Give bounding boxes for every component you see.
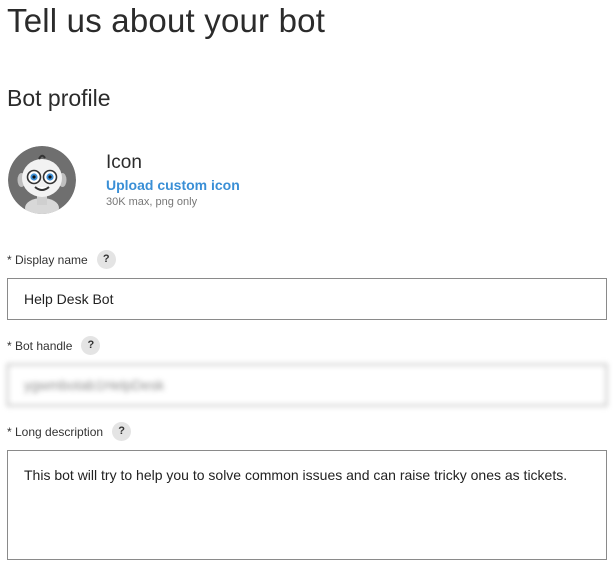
long-description-label: * Long description <box>7 424 104 439</box>
display-name-help-icon[interactable]: ? <box>96 250 116 269</box>
icon-label: Icon <box>106 152 142 173</box>
bot-handle-label-row: * Bot handle ? <box>7 336 101 355</box>
display-name-label-row: * Display name ? <box>7 250 116 269</box>
section-title-bot-profile: Bot profile <box>7 85 111 111</box>
bot-handle-input[interactable] <box>7 364 607 406</box>
icon-size-hint: 30K max, png only <box>106 196 198 208</box>
upload-custom-icon-link[interactable]: Upload custom icon <box>106 176 240 194</box>
long-description-help-icon[interactable]: ? <box>112 422 132 441</box>
bot-handle-help-icon[interactable]: ? <box>81 336 101 355</box>
icon-block: Icon Upload custom icon 30K max, png onl… <box>106 151 240 208</box>
bot-profile-page: Tell us about your bot Bot profile Icon … <box>0 0 613 565</box>
long-description-label-row: * Long description ? <box>7 422 132 441</box>
robot-face-avatar-icon <box>8 146 76 214</box>
display-name-input[interactable] <box>7 278 607 320</box>
display-name-label: * Display name <box>7 252 88 267</box>
page-title: Tell us about your bot <box>7 2 326 39</box>
long-description-textarea[interactable]: This bot will try to help you to solve c… <box>7 450 607 560</box>
bot-handle-label: * Bot handle <box>7 338 73 353</box>
